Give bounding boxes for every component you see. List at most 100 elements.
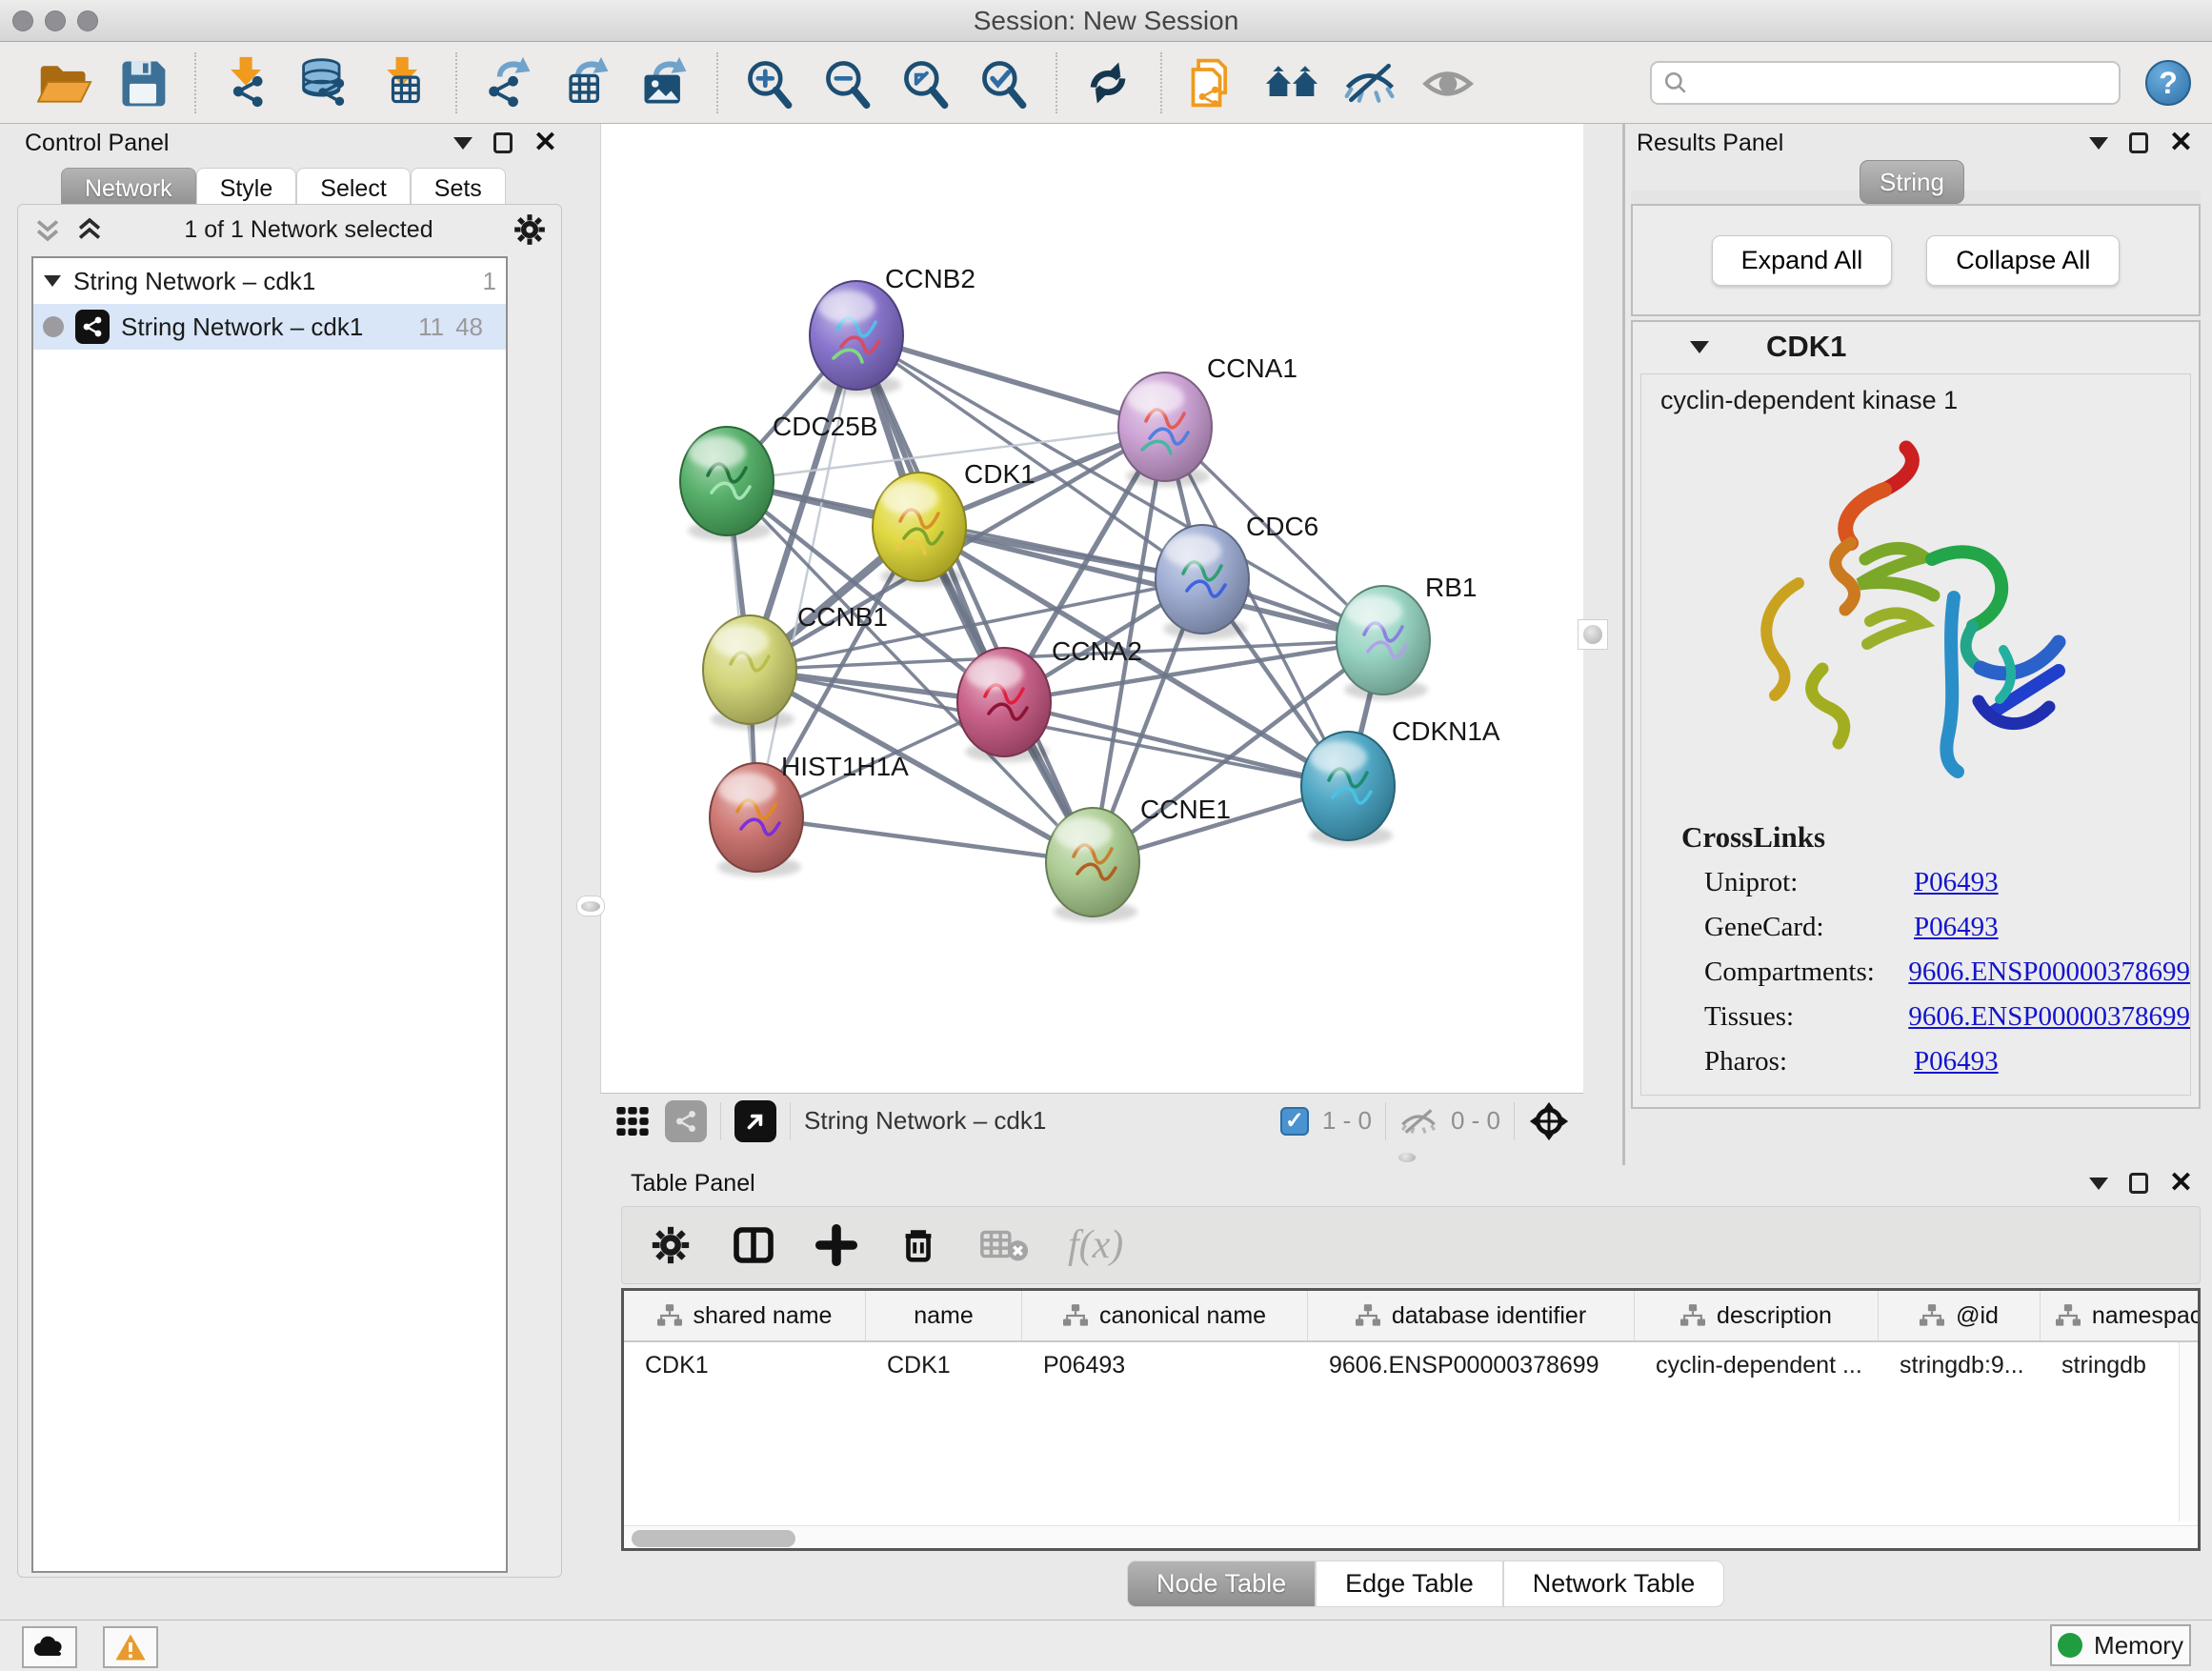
network-options-gear-icon[interactable] bbox=[512, 211, 548, 248]
panel-menu-icon[interactable] bbox=[2089, 1178, 2108, 1190]
crosslink-link[interactable]: P06493 bbox=[1914, 912, 1999, 943]
selected-indicator-checkbox[interactable]: ✓ bbox=[1280, 1107, 1309, 1136]
node-table[interactable]: shared namename canonical name database … bbox=[621, 1288, 2201, 1551]
birdseye-grid-icon[interactable] bbox=[613, 1102, 652, 1140]
show-all-button[interactable] bbox=[1414, 51, 1482, 114]
apply-layout-button[interactable] bbox=[1075, 51, 1143, 114]
table-vertical-scrollbar[interactable] bbox=[2179, 1342, 2198, 1521]
tab-node-table[interactable]: Node Table bbox=[1127, 1560, 1316, 1607]
panel-menu-icon[interactable] bbox=[2089, 137, 2108, 150]
crosslink-link[interactable]: 9606.ENSP00000378699 bbox=[1908, 956, 2190, 988]
save-session-button[interactable] bbox=[109, 51, 177, 114]
collapse-all-icon[interactable] bbox=[31, 213, 64, 246]
column-header-name[interactable]: name bbox=[866, 1291, 1022, 1340]
network-row[interactable]: String Network – cdk1 11 48 bbox=[33, 304, 506, 350]
crosslink-link[interactable]: P06493 bbox=[1914, 1046, 1999, 1077]
left-splitter-handle[interactable] bbox=[576, 896, 605, 916]
export-table-icon bbox=[559, 55, 614, 111]
tree-expand-icon[interactable] bbox=[43, 273, 62, 289]
network-edge[interactable] bbox=[756, 817, 1093, 862]
zoom-out-button[interactable] bbox=[814, 51, 882, 114]
search-input[interactable] bbox=[1650, 61, 2121, 105]
table-cell[interactable]: cyclin-dependent ... bbox=[1635, 1352, 1879, 1379]
expand-all-button[interactable]: Expand All bbox=[1712, 235, 1893, 286]
export-image-button[interactable] bbox=[631, 51, 699, 114]
table-cell[interactable]: stringdb:9... bbox=[1879, 1352, 2041, 1379]
crosslink-label: Pharos: bbox=[1704, 1046, 1914, 1077]
collapse-all-button[interactable]: Collapse All bbox=[1926, 235, 2120, 286]
network-node-CDKN1A[interactable]: CDKN1A bbox=[1301, 716, 1500, 846]
panel-float-icon[interactable] bbox=[2129, 1173, 2148, 1194]
table-cell[interactable]: P06493 bbox=[1022, 1352, 1308, 1379]
column-header-database-identifier[interactable]: database identifier bbox=[1308, 1291, 1635, 1340]
bottom-splitter-handle[interactable] bbox=[1393, 1151, 1421, 1164]
expand-all-icon[interactable] bbox=[73, 213, 106, 246]
warnings-button[interactable] bbox=[103, 1626, 158, 1668]
table-cell[interactable]: 9606.ENSP00000378699 bbox=[1308, 1352, 1635, 1379]
panel-menu-icon[interactable] bbox=[453, 137, 473, 150]
network-node-CCNB2[interactable]: CCNB2 bbox=[810, 264, 975, 395]
tab-string[interactable]: String bbox=[1860, 160, 1964, 204]
cloud-button[interactable] bbox=[22, 1626, 77, 1668]
zoom-selected-button[interactable] bbox=[970, 51, 1038, 114]
network-node-CCNE1[interactable]: CCNE1 bbox=[1046, 795, 1231, 922]
import-network-file-button[interactable] bbox=[213, 51, 282, 114]
tab-edge-table[interactable]: Edge Table bbox=[1316, 1560, 1503, 1607]
network-edge[interactable] bbox=[856, 335, 1093, 862]
add-column-icon[interactable] bbox=[814, 1223, 858, 1267]
hide-selected-button[interactable] bbox=[1336, 51, 1404, 114]
scrollbar-thumb[interactable] bbox=[632, 1530, 795, 1547]
panel-close-icon[interactable]: ✕ bbox=[533, 129, 557, 157]
network-canvas[interactable]: CCNB2 CCNA1 CDC25B CDK1 CDC6 RB1 CCNB1 bbox=[600, 124, 1583, 1093]
import-table-file-button[interactable] bbox=[370, 51, 438, 114]
network-node-HIST1H1A[interactable]: HIST1H1A bbox=[710, 752, 909, 877]
export-network-button[interactable] bbox=[474, 51, 543, 114]
open-file-button[interactable] bbox=[30, 51, 99, 114]
panel-close-icon[interactable]: ✕ bbox=[2169, 129, 2193, 157]
column-header-shared-name[interactable]: shared name bbox=[624, 1291, 866, 1340]
first-neighbors-button[interactable] bbox=[1257, 51, 1326, 114]
column-header-description[interactable]: description bbox=[1635, 1291, 1879, 1340]
tab-network-table[interactable]: Network Table bbox=[1503, 1560, 1725, 1607]
zoom-in-button[interactable] bbox=[735, 51, 804, 114]
help-button[interactable]: ? bbox=[2145, 60, 2191, 106]
column-header--id[interactable]: @id bbox=[1879, 1291, 2041, 1340]
hide-selected-icon bbox=[1342, 55, 1398, 111]
protein-card-header[interactable]: CDK1 bbox=[1633, 322, 2199, 372]
crosslink-link[interactable]: 9606.ENSP00000378699 bbox=[1908, 1001, 2190, 1033]
column-header-namespace[interactable]: namespace bbox=[2041, 1291, 2201, 1340]
pan-crosshair-icon[interactable] bbox=[1528, 1100, 1570, 1142]
open-in-browser-icon[interactable] bbox=[734, 1100, 776, 1142]
network-node-RB1[interactable]: RB1 bbox=[1337, 573, 1477, 700]
table-row[interactable]: CDK1CDK1P064939606.ENSP00000378699cyclin… bbox=[624, 1342, 2198, 1388]
search-field[interactable] bbox=[1696, 69, 2107, 98]
panel-close-icon[interactable]: ✕ bbox=[2169, 1169, 2193, 1198]
crosslink-link[interactable]: P06493 bbox=[1914, 867, 1999, 898]
network-node-CDK1[interactable]: CDK1 bbox=[873, 459, 1036, 587]
crosslink-row: Pharos: P06493 bbox=[1641, 1039, 2190, 1084]
panel-float-icon[interactable] bbox=[2129, 132, 2148, 153]
table-cell[interactable]: CDK1 bbox=[624, 1352, 866, 1379]
show-columns-icon[interactable] bbox=[731, 1222, 776, 1268]
table-settings-gear-icon[interactable] bbox=[649, 1223, 693, 1267]
collapse-card-icon[interactable] bbox=[1690, 341, 1709, 353]
table-cell[interactable]: CDK1 bbox=[866, 1352, 1022, 1379]
right-splitter-handle[interactable] bbox=[1578, 619, 1608, 650]
network-edge[interactable] bbox=[856, 335, 1165, 427]
window-minimize-button[interactable] bbox=[45, 10, 66, 31]
network-edge[interactable] bbox=[756, 335, 856, 817]
string-network-badge-icon[interactable] bbox=[665, 1100, 707, 1142]
export-table-button[interactable] bbox=[553, 51, 621, 114]
delete-column-icon[interactable] bbox=[896, 1223, 940, 1267]
table-horizontal-scrollbar[interactable] bbox=[624, 1525, 2198, 1550]
table-cell[interactable]: stringdb bbox=[2041, 1352, 2201, 1379]
window-close-button[interactable] bbox=[12, 10, 33, 31]
window-zoom-button[interactable] bbox=[77, 10, 98, 31]
zoom-fit-button[interactable] bbox=[892, 51, 960, 114]
import-network-database-button[interactable] bbox=[292, 51, 360, 114]
panel-float-icon[interactable] bbox=[493, 132, 513, 153]
network-collection-row[interactable]: String Network – cdk1 1 bbox=[33, 258, 506, 304]
memory-button[interactable]: Memory bbox=[2050, 1624, 2191, 1666]
clone-network-button[interactable] bbox=[1179, 51, 1248, 114]
column-header-canonical-name[interactable]: canonical name bbox=[1022, 1291, 1308, 1340]
